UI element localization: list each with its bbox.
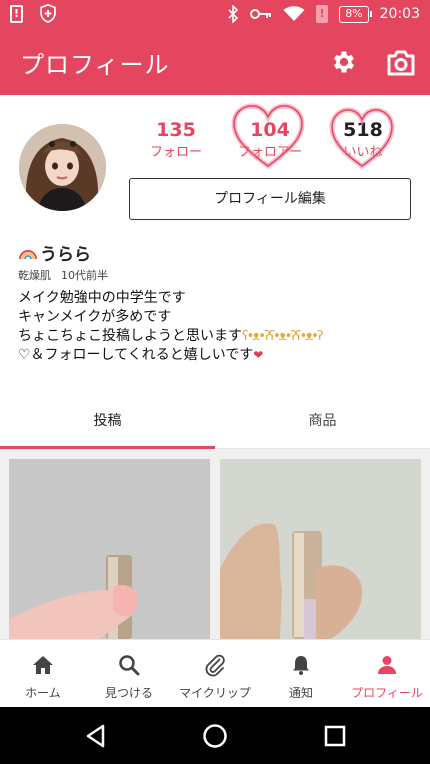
profile-name-row: うらら bbox=[18, 240, 91, 265]
post-photo bbox=[220, 459, 421, 639]
home-icon bbox=[33, 656, 53, 674]
profile-bio: メイク勉強中の中学生です キャンメイクが多めです ちょこちょこ投稿しようと思いま… bbox=[18, 289, 323, 365]
nav-label: 通知 bbox=[288, 686, 313, 700]
profile-meta: 乾燥肌 10代前半 bbox=[18, 267, 108, 283]
age-group: 10代前半 bbox=[61, 269, 108, 282]
page-title: プロフィール bbox=[20, 51, 170, 79]
tab-posts[interactable]: 投稿 bbox=[0, 401, 215, 449]
gear-icon[interactable] bbox=[330, 48, 358, 76]
following-stat[interactable]: 135 フォロー bbox=[131, 117, 221, 163]
nav-label: 見つける bbox=[104, 686, 153, 700]
recents-icon[interactable] bbox=[323, 723, 347, 749]
clock: 20:03 bbox=[379, 6, 420, 22]
back-icon[interactable] bbox=[83, 723, 109, 749]
bottom-navigation: ホーム 見つける マイクリップ 通知 プロフィール bbox=[0, 639, 430, 707]
followers-label: フォロアー bbox=[237, 145, 303, 160]
home-circle-icon[interactable] bbox=[201, 723, 229, 749]
nav-label: プロフィール bbox=[351, 686, 423, 700]
followers-count: 104 bbox=[250, 119, 290, 141]
wifi-icon bbox=[283, 6, 305, 21]
profile-name: うらら bbox=[40, 245, 91, 265]
nav-notifications[interactable]: 通知 bbox=[258, 640, 344, 708]
app-bar: プロフィール bbox=[0, 28, 430, 95]
skin-type: 乾燥肌 bbox=[18, 269, 51, 282]
bear-emoji-icon: ʕ•ᴥ•ʔʕ•ᴥ•ʔʕ•ᴥ•ʔ bbox=[242, 329, 323, 344]
bio-line: ちょこちょこ投稿しようと思います bbox=[18, 328, 242, 344]
paperclip-icon bbox=[205, 654, 225, 677]
likes-label: いいね bbox=[343, 145, 383, 160]
bluetooth-icon bbox=[228, 5, 239, 23]
bio-line: メイク勉強中の中学生です bbox=[18, 290, 186, 306]
person-icon bbox=[378, 656, 396, 674]
shield-plus-icon bbox=[40, 4, 56, 23]
bell-icon bbox=[293, 656, 309, 675]
battery-indicator: 8% bbox=[339, 5, 373, 23]
alert-icon: ! bbox=[10, 4, 23, 23]
bio-line: キャンメイクが多めです bbox=[18, 309, 172, 325]
followers-stat[interactable]: 104 フォロアー bbox=[225, 117, 315, 163]
rainbow-icon bbox=[19, 249, 37, 259]
edit-profile-button[interactable]: プロフィール編集 bbox=[129, 178, 411, 220]
status-bar: ! ! 8% 20:03 bbox=[0, 0, 430, 28]
likes-count: 518 bbox=[343, 119, 383, 141]
battery-alert-icon: ! bbox=[316, 5, 329, 23]
likes-stat[interactable]: 518 いいね bbox=[318, 117, 408, 163]
profile-tabs: 投稿 商品 bbox=[0, 401, 430, 449]
avatar[interactable] bbox=[19, 124, 106, 211]
bio-line: ♡＆フォローしてくれると嬉しいです bbox=[18, 347, 254, 363]
post-photo bbox=[9, 459, 210, 639]
nav-discover[interactable]: 見つける bbox=[86, 640, 172, 708]
nav-label: マイクリップ bbox=[179, 686, 251, 700]
heart-emoji-icon: ❤ bbox=[253, 348, 264, 362]
nav-label: ホーム bbox=[25, 686, 61, 700]
post-thumbnail[interactable] bbox=[220, 459, 421, 639]
nav-profile[interactable]: プロフィール bbox=[344, 640, 430, 708]
camera-icon[interactable] bbox=[386, 50, 416, 76]
post-thumbnail[interactable] bbox=[9, 459, 210, 639]
key-icon bbox=[250, 9, 272, 19]
search-icon bbox=[119, 655, 140, 676]
nav-home[interactable]: ホーム bbox=[0, 640, 86, 708]
following-label: フォロー bbox=[149, 145, 202, 160]
avatar-photo bbox=[19, 124, 106, 211]
system-navigation-bar bbox=[0, 707, 430, 764]
nav-myclip[interactable]: マイクリップ bbox=[172, 640, 258, 708]
following-count: 135 bbox=[156, 119, 196, 141]
tab-products[interactable]: 商品 bbox=[215, 401, 430, 449]
